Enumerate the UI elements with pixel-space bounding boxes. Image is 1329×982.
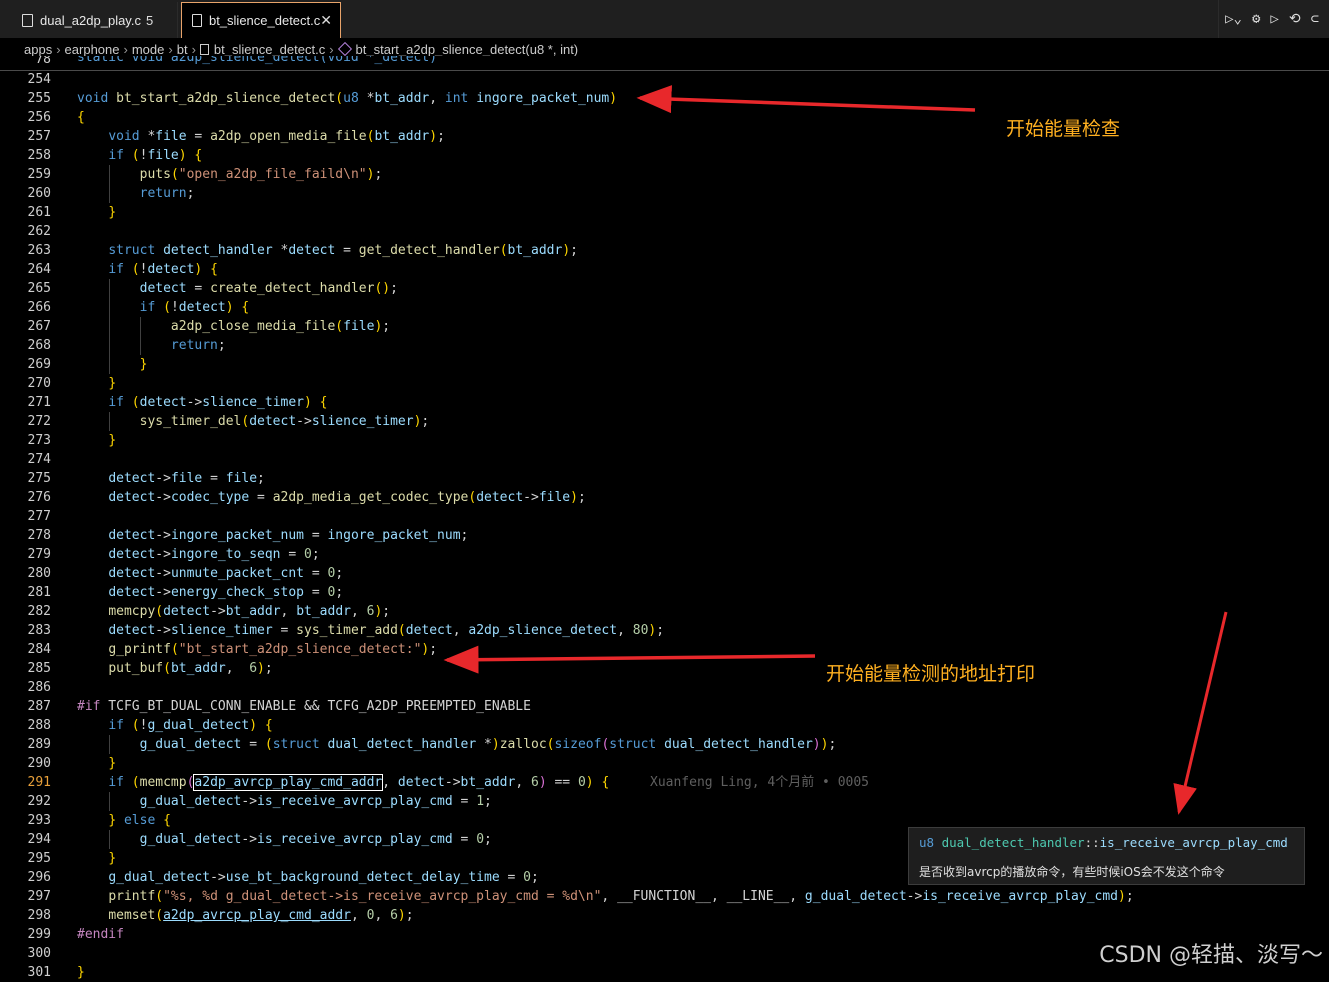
arrow-to-printf (443, 645, 816, 674)
arrow-to-tooltip (1173, 611, 1228, 815)
arrow-to-function-signature (636, 85, 976, 114)
annotation-arrows (443, 85, 1228, 815)
watermark: CSDN @轻描、淡写～ (1099, 943, 1323, 968)
